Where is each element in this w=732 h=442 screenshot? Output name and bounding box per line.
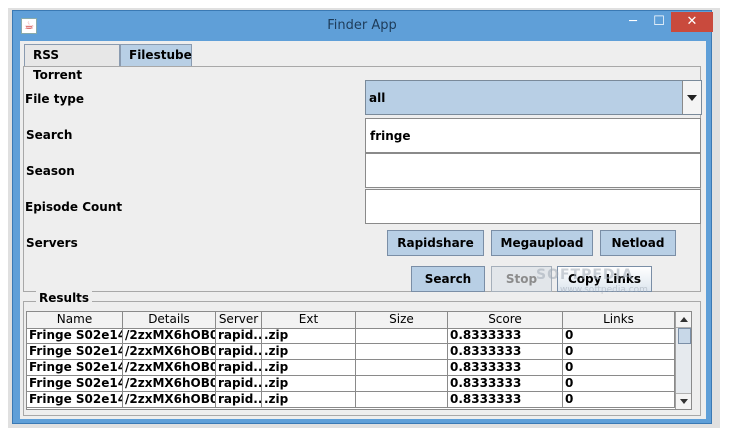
maximize-icon[interactable]: ☐: [646, 12, 672, 32]
softpedia-watermark: SOFTPEDIA: [536, 267, 634, 283]
close-icon[interactable]: ✕: [671, 12, 713, 32]
cell-details: /2zxMX6hOB0...: [123, 392, 216, 408]
cell-ext: .zip: [262, 376, 356, 392]
cell-size: [356, 360, 448, 376]
file-type-label: File type: [25, 92, 85, 106]
search-input[interactable]: fringe: [365, 118, 701, 153]
results-title: Results: [36, 291, 93, 305]
cell-server: rapid...: [216, 328, 262, 344]
cell-ext: .zip: [262, 328, 356, 344]
cell-ext: .zip: [262, 392, 356, 408]
search-button[interactable]: Search: [411, 266, 485, 292]
table-header: Name Details Server Ext Size Score Links: [27, 312, 675, 329]
scroll-down-arrow-icon[interactable]: [676, 393, 691, 409]
cell-size: [356, 344, 448, 360]
tab-rss-torrent[interactable]: RSS Torrent: [24, 44, 120, 82]
column-header-ext[interactable]: Ext: [262, 312, 356, 328]
episode-count-label: Episode Count: [25, 200, 123, 214]
softpedia-watermark-url: www.softpedia.com: [560, 285, 648, 295]
search-input-value: fringe: [370, 129, 411, 143]
cell-links: 0: [563, 344, 675, 360]
table-row[interactable]: Fringe S02e14... /2zxMX6hOB0... rapid...…: [27, 392, 675, 408]
cell-server: rapid...: [216, 344, 262, 360]
cell-server: rapid...: [216, 376, 262, 392]
cell-details: /2zxMX6hOB0...: [123, 344, 216, 360]
title-bar[interactable]: ☕ Finder App ─ ☐ ✕: [13, 11, 713, 40]
results-table[interactable]: Name Details Server Ext Size Score Links…: [26, 311, 692, 410]
column-header-details[interactable]: Details: [123, 312, 216, 328]
cell-size: [356, 376, 448, 392]
file-type-dropdown[interactable]: all: [365, 80, 702, 115]
season-input[interactable]: [365, 153, 701, 188]
cell-size: [356, 392, 448, 408]
cell-server: rapid...: [216, 360, 262, 376]
cell-name: Fringe S02e14...: [27, 344, 123, 360]
cell-ext: .zip: [262, 344, 356, 360]
table-row[interactable]: Fringe S02e14... /2zxMX6hOB0... rapid...…: [27, 360, 675, 376]
column-header-score[interactable]: Score: [448, 312, 563, 328]
cell-links: 0: [563, 376, 675, 392]
scrollbar-thumb[interactable]: [678, 328, 691, 344]
cell-details: /2zxMX6hOB0...: [123, 328, 216, 344]
cell-links: 0: [563, 392, 675, 408]
file-type-value: all: [369, 91, 386, 105]
cell-links: 0: [563, 360, 675, 376]
minimize-icon[interactable]: ─: [620, 12, 646, 32]
cell-ext: .zip: [262, 360, 356, 376]
megaupload-toggle-button[interactable]: Megaupload: [491, 230, 593, 256]
rapidshare-toggle-button[interactable]: Rapidshare: [387, 230, 484, 256]
table-row[interactable]: Fringe S02e14... /2zxMX6hOB0... rapid...…: [27, 328, 675, 344]
servers-label: Servers: [26, 236, 78, 250]
cell-name: Fringe S02e14...: [27, 376, 123, 392]
app-window: ☕ Finder App ─ ☐ ✕ RSS Torrent Filestube…: [12, 10, 713, 424]
scroll-up-arrow-icon[interactable]: [676, 312, 691, 328]
column-header-size[interactable]: Size: [356, 312, 448, 328]
column-header-name[interactable]: Name: [27, 312, 123, 328]
chevron-down-icon[interactable]: [682, 81, 701, 114]
cell-name: Fringe S02e14...: [27, 360, 123, 376]
column-header-server[interactable]: Server: [216, 312, 262, 328]
cell-links: 0: [563, 328, 675, 344]
cell-name: Fringe S02e14...: [27, 392, 123, 408]
table-row[interactable]: Fringe S02e14... /2zxMX6hOB0... rapid...…: [27, 376, 675, 392]
table-row[interactable]: Fringe S02e14... /2zxMX6hOB0... rapid...…: [27, 344, 675, 360]
cell-score: 0.8333333: [448, 328, 563, 344]
window-content: RSS Torrent Filestube File type all Sear…: [20, 41, 706, 419]
vertical-scrollbar[interactable]: [675, 312, 691, 409]
episode-count-input[interactable]: [365, 189, 701, 224]
cell-score: 0.8333333: [448, 360, 563, 376]
cell-server: rapid...: [216, 392, 262, 408]
tab-filestube[interactable]: Filestube: [120, 44, 192, 66]
netload-toggle-button[interactable]: Netload: [600, 230, 676, 256]
cell-details: /2zxMX6hOB0...: [123, 376, 216, 392]
column-header-links[interactable]: Links: [563, 312, 675, 328]
cell-score: 0.8333333: [448, 392, 563, 408]
cell-score: 0.8333333: [448, 344, 563, 360]
search-label: Search: [26, 128, 73, 142]
cell-size: [356, 328, 448, 344]
filestube-panel: File type all Search fringe Season Episo…: [23, 66, 702, 292]
cell-name: Fringe S02e14...: [27, 328, 123, 344]
cell-details: /2zxMX6hOB0...: [123, 360, 216, 376]
window-title: Finder App: [327, 18, 397, 33]
cell-score: 0.8333333: [448, 376, 563, 392]
season-label: Season: [26, 164, 75, 178]
